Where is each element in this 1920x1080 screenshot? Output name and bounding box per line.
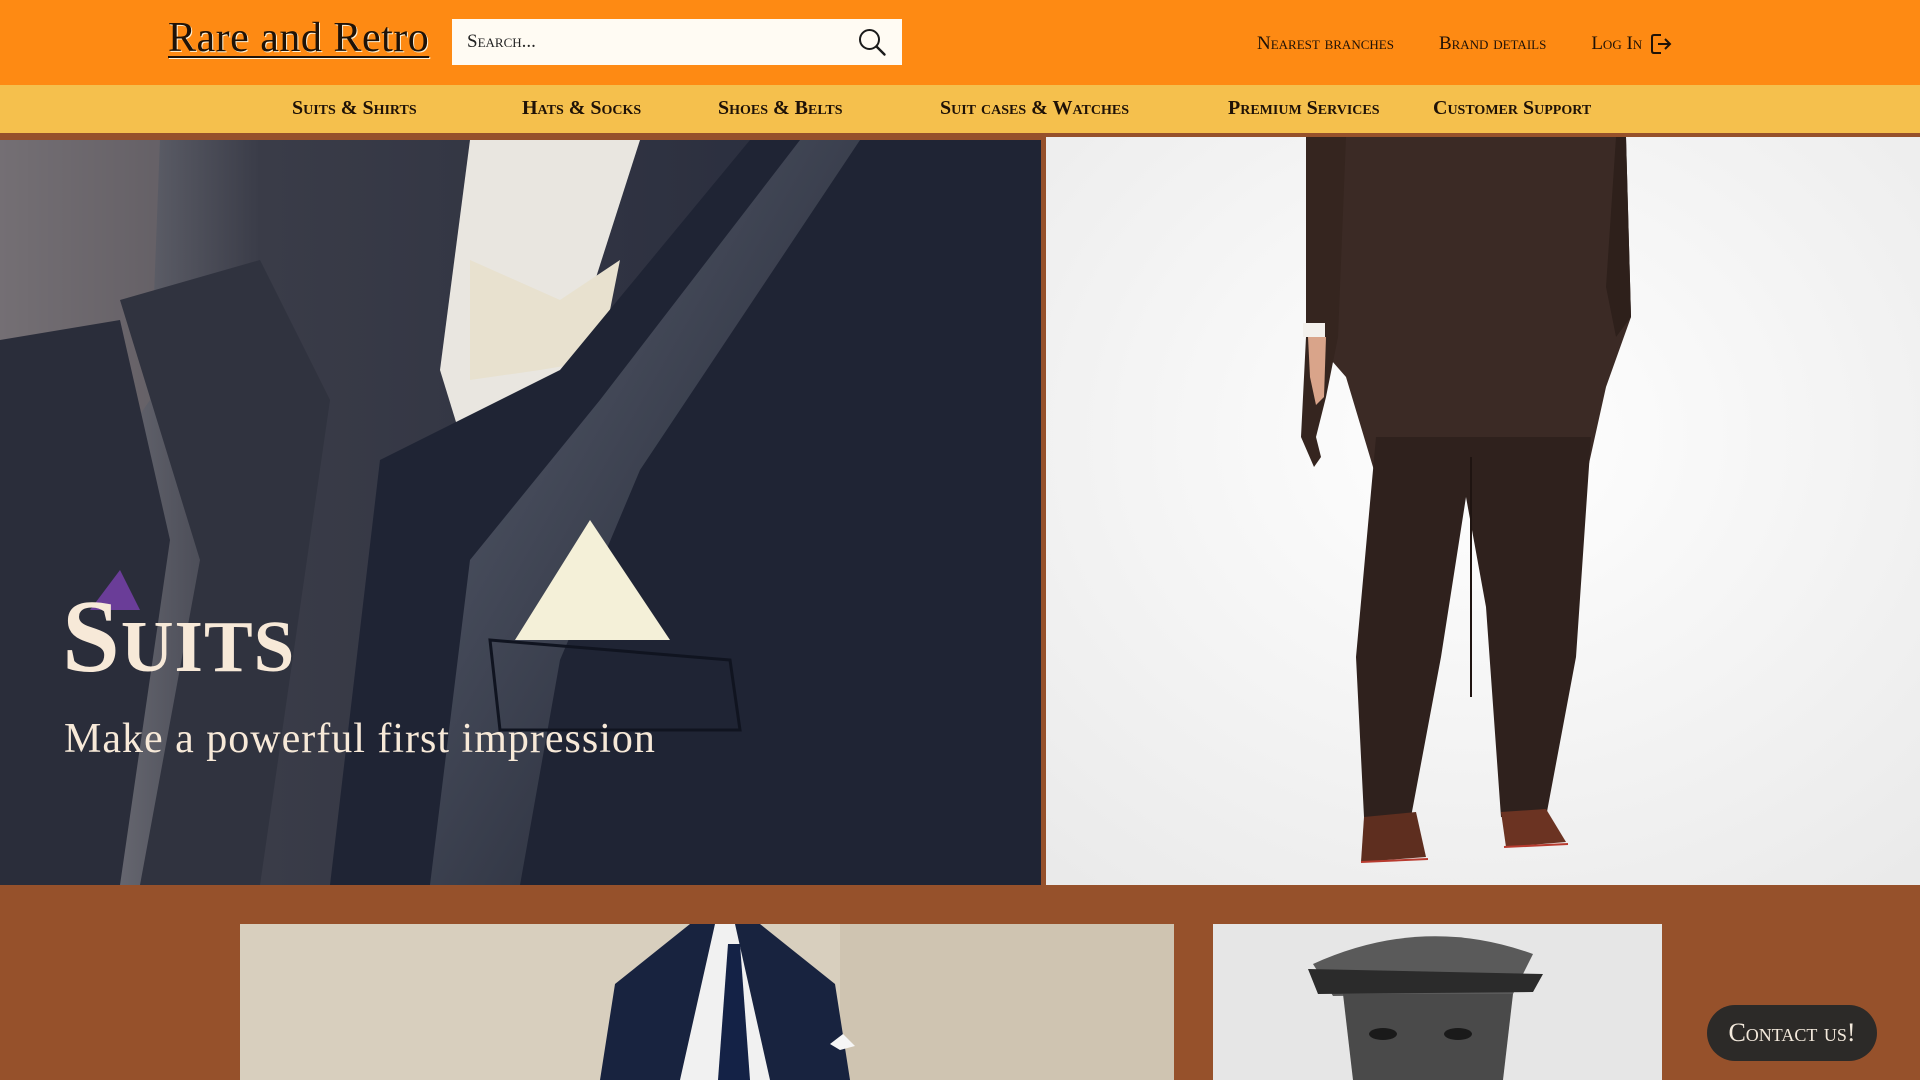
navy-suit-card[interactable]	[240, 924, 1174, 1080]
login-link[interactable]: Log In	[1591, 32, 1672, 56]
hero-subtitle: Make a powerful first impression	[64, 716, 656, 762]
suit-jacket-photo	[0, 140, 1041, 885]
site-logo[interactable]: Rare and Retro	[168, 14, 429, 62]
category-nav: Suits & Shirts Hats & Socks Shoes & Belt…	[0, 85, 1920, 137]
brown-suit-model-image[interactable]	[1046, 137, 1920, 885]
brand-details-link[interactable]: Brand details	[1439, 33, 1546, 55]
fedora-man-photo	[1213, 924, 1662, 1080]
search-button[interactable]	[842, 19, 902, 65]
login-arrow-icon	[1651, 34, 1672, 54]
contact-us-button[interactable]: Contact us!	[1707, 1005, 1877, 1061]
login-label: Log In	[1591, 33, 1643, 54]
search-bar	[452, 19, 902, 65]
search-input[interactable]	[452, 19, 842, 65]
suits-hero-banner[interactable]: Suits Make a powerful first impression	[0, 140, 1041, 885]
navy-suit-photo	[240, 924, 1174, 1080]
nav-item-hats-socks[interactable]: Hats & Socks	[522, 97, 641, 120]
search-icon	[859, 29, 886, 56]
nav-item-shoes-belts[interactable]: Shoes & Belts	[718, 97, 843, 120]
top-header: Rare and Retro Nearest branches Brand de…	[0, 0, 1920, 85]
fedora-hat-card[interactable]	[1213, 924, 1662, 1080]
nav-item-suits-shirts[interactable]: Suits & Shirts	[292, 97, 417, 120]
nav-item-suitcases-watches[interactable]: Suit cases & Watches	[940, 97, 1129, 120]
nav-item-customer-support[interactable]: Customer Support	[1433, 97, 1591, 120]
nav-item-premium-services[interactable]: Premium Services	[1228, 97, 1380, 120]
brown-suit-photo	[1046, 137, 1920, 885]
hero-title: Suits	[62, 579, 296, 694]
nearest-branches-link[interactable]: Nearest branches	[1257, 33, 1394, 55]
utility-links: Nearest branches Brand details Log In	[1257, 32, 1672, 56]
